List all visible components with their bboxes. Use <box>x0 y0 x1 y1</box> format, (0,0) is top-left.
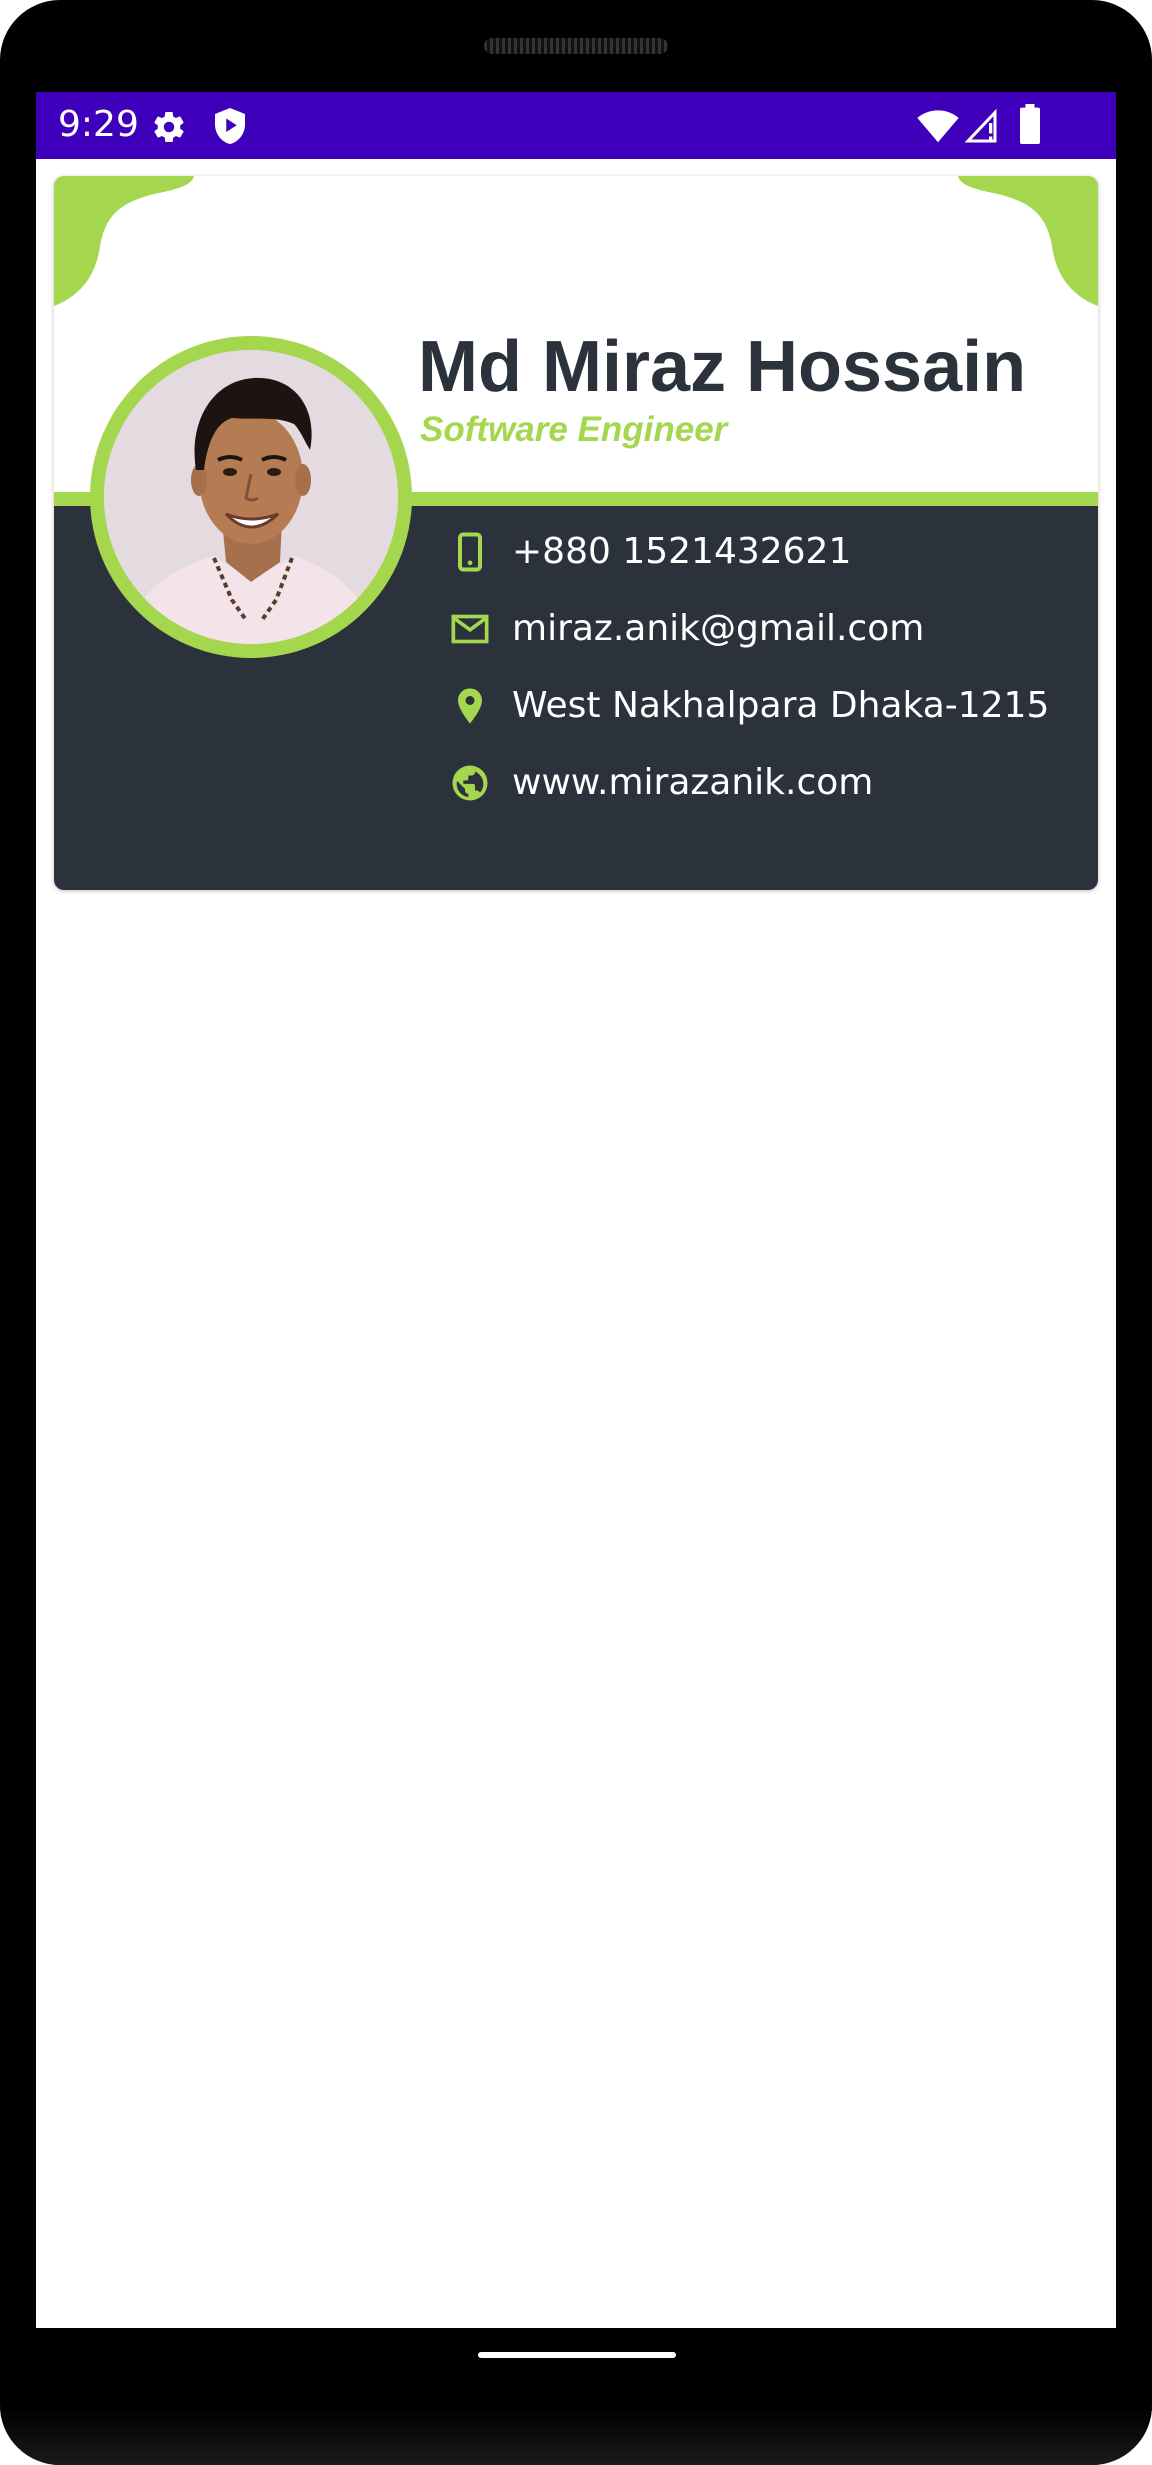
contact-website-text: www.mirazanik.com <box>512 762 874 803</box>
job-title: Software Engineer <box>420 410 728 449</box>
cell-signal-icon <box>964 108 997 143</box>
corner-decoration-left <box>54 176 194 306</box>
phone-frame: 9:29 Md Miraz Hossain Software Engineer … <box>0 0 1152 2465</box>
contact-website[interactable]: www.mirazanik.com <box>450 757 1090 809</box>
phone-icon <box>458 532 482 572</box>
person-name: Md Miraz Hossain <box>418 327 1027 407</box>
settings-gear-icon <box>154 112 184 143</box>
status-time: 9:29 <box>58 104 139 145</box>
battery-icon <box>1020 104 1040 144</box>
avatar <box>104 350 398 644</box>
contact-phone[interactable]: +880 1521432621 <box>450 526 1090 578</box>
profile-photo <box>104 350 398 644</box>
contact-address[interactable]: West Nakhalpara Dhaka-1215 <box>450 680 1090 732</box>
earpiece-speaker <box>484 38 668 54</box>
mail-icon <box>451 614 489 644</box>
globe-icon <box>452 765 488 801</box>
navigation-bar <box>36 2328 1116 2408</box>
contact-email-text: miraz.anik@gmail.com <box>512 608 925 649</box>
contact-address-text: West Nakhalpara Dhaka-1215 <box>512 685 1050 726</box>
shield-play-icon <box>215 108 245 144</box>
phone-chin <box>0 2408 1152 2465</box>
app-screen: 9:29 Md Miraz Hossain Software Engineer … <box>36 92 1116 2328</box>
avatar-ring <box>90 336 412 658</box>
location-pin-icon <box>458 688 482 724</box>
home-gesture-handle[interactable] <box>478 2352 676 2358</box>
wifi-icon <box>917 110 959 143</box>
status-bar: 9:29 <box>36 92 1116 159</box>
contact-phone-text: +880 1521432621 <box>512 531 852 572</box>
business-card: Md Miraz Hossain Software Engineer +880 … <box>54 176 1098 890</box>
contact-email[interactable]: miraz.anik@gmail.com <box>450 603 1090 655</box>
corner-decoration-right <box>958 176 1098 306</box>
